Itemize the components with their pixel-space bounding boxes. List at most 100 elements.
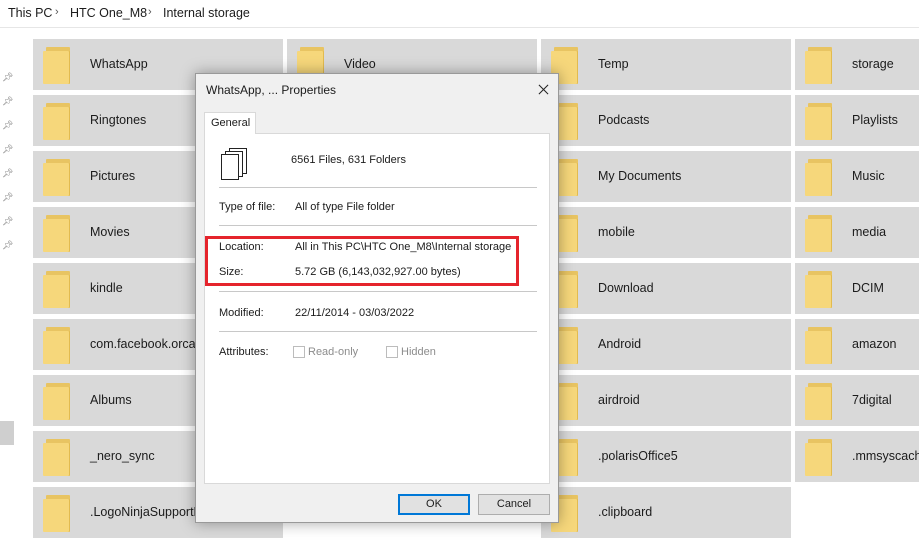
pin-icon: 📌︎ [2, 168, 14, 178]
folder-name: Video [344, 57, 376, 71]
folder-name: .polarisOffice5 [598, 449, 678, 463]
folder-icon [805, 44, 835, 84]
folder-tile[interactable]: Music [795, 151, 919, 202]
folder-tile[interactable]: airdroid [541, 375, 791, 426]
folder-icon [43, 380, 73, 420]
folder-name: Albums [90, 393, 132, 407]
folder-tile[interactable]: DCIM [795, 263, 919, 314]
folder-icon [805, 436, 835, 476]
folder-tile[interactable]: Playlists [795, 95, 919, 146]
folder-name: .clipboard [598, 505, 653, 519]
folder-tile[interactable]: Android [541, 319, 791, 370]
folder-icon [43, 268, 73, 308]
folder-name: Movies [90, 225, 130, 239]
folder-tile[interactable]: mobile [541, 207, 791, 258]
navigation-pane: 📌︎ 📌︎ 📌︎ 📌︎ 📌︎ 📌︎ 📌︎ 📌︎ [0, 29, 17, 555]
folder-name: com.facebook.orca [90, 337, 196, 351]
divider [219, 187, 537, 188]
properties-dialog: WhatsApp, ... Properties General 6561 Fi… [195, 73, 559, 523]
hidden-label: Hidden [401, 346, 436, 358]
ok-button[interactable]: OK [398, 494, 470, 515]
chevron-right-icon: › [148, 6, 152, 18]
pin-icon: 📌︎ [2, 120, 14, 130]
modified-label: Modified: [219, 307, 264, 319]
folder-name: Podcasts [598, 113, 650, 127]
folder-icon [43, 324, 73, 364]
breadcrumb: This PC › HTC One_M8 › Internal storage [0, 0, 919, 28]
pin-icon: 📌︎ [2, 240, 14, 250]
folder-name: Android [598, 337, 642, 351]
type-value: All of type File folder [295, 201, 395, 213]
folder-tile[interactable]: 7digital [795, 375, 919, 426]
pin-icon: 📌︎ [2, 96, 14, 106]
folder-icon [805, 380, 835, 420]
folder-icon [805, 324, 835, 364]
divider [219, 291, 537, 292]
folder-icon [805, 268, 835, 308]
files-icon [221, 148, 249, 182]
folder-name: Ringtones [90, 113, 147, 127]
nav-selected-item[interactable] [0, 421, 14, 445]
folder-name: 7digital [852, 393, 892, 407]
breadcrumb-internal-storage[interactable]: Internal storage [163, 6, 250, 20]
divider [219, 225, 537, 226]
close-icon[interactable] [528, 74, 558, 104]
modified-value: 22/11/2014 - 03/03/2022 [295, 307, 415, 319]
folder-name: My Documents [598, 169, 682, 183]
folder-name: amazon [852, 337, 897, 351]
folder-name: storage [852, 57, 894, 71]
highlight-box [205, 236, 519, 286]
pin-icon: 📌︎ [2, 144, 14, 154]
breadcrumb-htc-one-m8[interactable]: HTC One_M8 [70, 6, 147, 20]
folder-tile[interactable]: .polarisOffice5 [541, 431, 791, 482]
folder-name: mobile [598, 225, 635, 239]
summary-text: 6561 Files, 631 Folders [291, 154, 406, 166]
folder-name: Temp [598, 57, 629, 71]
folder-icon [805, 100, 835, 140]
read-only-checkbox[interactable] [293, 346, 305, 358]
folder-icon [43, 436, 73, 476]
pin-icon: 📌︎ [2, 72, 14, 82]
general-panel: 6561 Files, 631 Folders Type of file: Al… [204, 133, 550, 484]
folder-tile[interactable]: .mmsyscach [795, 431, 919, 482]
folder-name: Music [852, 169, 885, 183]
folder-name: kindle [90, 281, 123, 295]
tab-general-label: General [211, 117, 251, 129]
dialog-title: WhatsApp, ... Properties [206, 83, 337, 97]
pin-icon: 📌︎ [2, 192, 14, 202]
read-only-label: Read-only [308, 346, 359, 358]
cancel-button[interactable]: Cancel [478, 494, 550, 515]
folder-icon [43, 492, 73, 532]
folder-icon [43, 100, 73, 140]
folder-icon [805, 156, 835, 196]
folder-name: Playlists [852, 113, 898, 127]
folder-tile[interactable]: storage [795, 39, 919, 90]
hidden-checkbox[interactable] [386, 346, 398, 358]
folder-icon [43, 44, 73, 84]
folder-tile[interactable]: Download [541, 263, 791, 314]
folder-name: media [852, 225, 887, 239]
divider [219, 331, 537, 332]
folder-name: Download [598, 281, 654, 295]
folder-tile[interactable]: Temp [541, 39, 791, 90]
folder-name: .mmsyscach [852, 449, 919, 463]
folder-name: Pictures [90, 169, 136, 183]
folder-name: DCIM [852, 281, 884, 295]
folder-icon [43, 212, 73, 252]
breadcrumb-this-pc[interactable]: This PC [8, 6, 52, 20]
folder-tile[interactable]: amazon [795, 319, 919, 370]
folder-tile[interactable]: .clipboard [541, 487, 791, 538]
folder-tile[interactable]: Podcasts [541, 95, 791, 146]
folder-tile[interactable]: media [795, 207, 919, 258]
folder-tile[interactable]: My Documents [541, 151, 791, 202]
folder-icon [43, 156, 73, 196]
folder-icon [805, 212, 835, 252]
folder-name: airdroid [598, 393, 640, 407]
folder-name: .LogoNinjaSupportF [90, 505, 202, 519]
chevron-right-icon: › [55, 6, 59, 18]
type-label: Type of file: [219, 201, 276, 213]
folder-name: WhatsApp [90, 57, 148, 71]
folder-name: _nero_sync [90, 449, 155, 463]
tab-general[interactable]: General [204, 112, 256, 134]
pin-icon: 📌︎ [2, 216, 14, 226]
